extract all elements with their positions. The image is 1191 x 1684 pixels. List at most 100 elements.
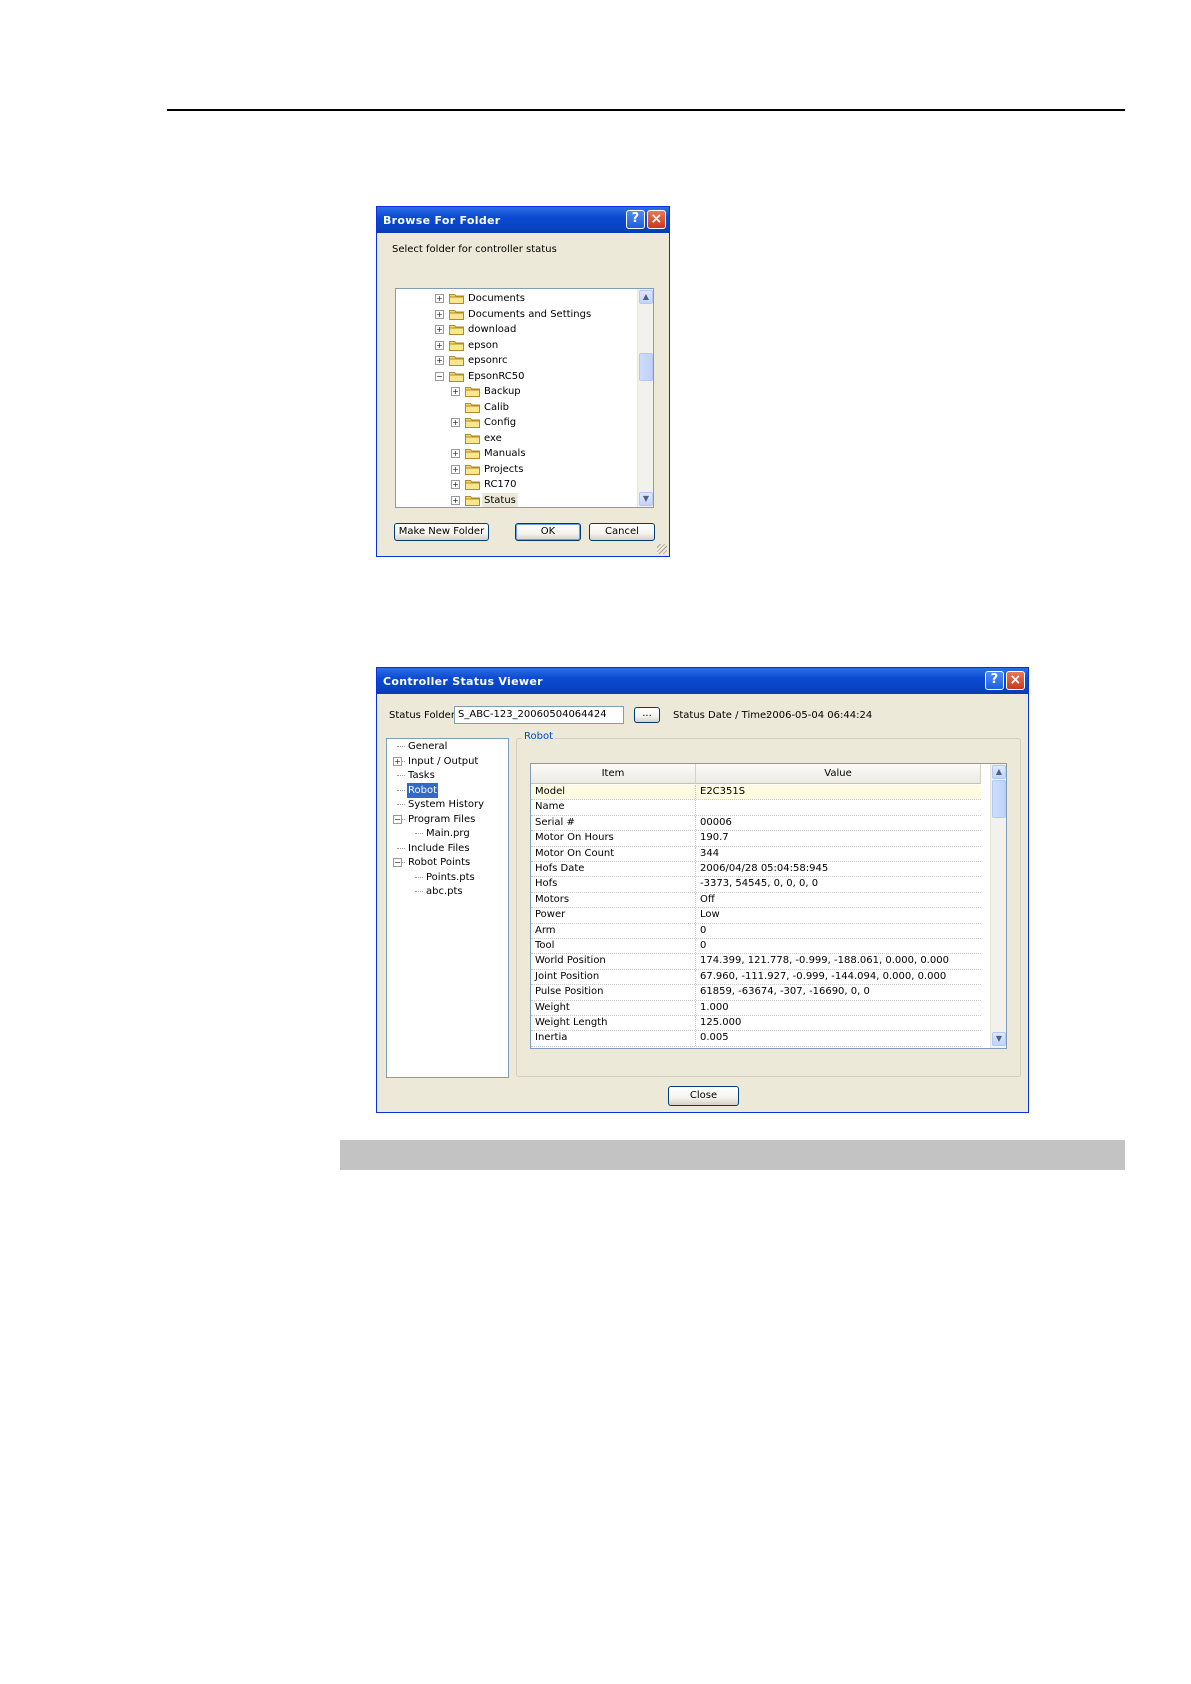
close-button[interactable]: × [647,210,666,229]
resize-grip-icon[interactable] [657,544,667,554]
help-button[interactable]: ? [985,671,1004,690]
robot-status-grid[interactable]: Item Value Model E2C351S Name Serial # 00006… [530,763,1007,1049]
category-tree-label: Robot [407,782,439,798]
folder-icon [465,480,480,490]
folder-tree-scrollbar[interactable]: ▲ ▼ [637,289,653,507]
browse-folder-button[interactable]: ... [634,707,660,723]
folder-tree-item[interactable]: Calib [396,400,636,415]
folder-tree-item[interactable]: − EpsonRC50 [396,369,636,384]
expand-icon[interactable]: + [451,495,460,505]
folder-tree-item[interactable]: + download [396,322,636,337]
folder-tree-item[interactable]: + Projects [396,462,636,477]
close-button[interactable]: × [1006,671,1025,690]
column-divider [695,846,697,861]
table-row[interactable]: Pulse Position 61859, -63674, -307, -1669… [531,985,981,1001]
collapse-icon[interactable]: − [393,814,402,824]
scroll-thumb[interactable] [639,353,653,381]
table-row[interactable]: Hofs Date 2006/04/28 05:04:58:945 [531,862,981,878]
collapse-icon[interactable]: − [393,858,402,867]
browse-prompt: Select folder for controller status [392,244,557,255]
expand-icon[interactable]: + [435,325,444,334]
help-button[interactable]: ? [626,210,645,229]
table-row[interactable]: World Position 174.399, 121.778, -0.999, … [531,954,981,970]
expand-icon[interactable]: + [435,309,444,319]
table-row[interactable]: Serial # 00006 [531,815,981,832]
table-row[interactable]: Joint Position 67.960, -111.927, -0.999, … [531,969,981,986]
table-row[interactable]: Name [531,800,981,816]
folder-tree-item[interactable]: + Config [396,415,636,430]
table-row[interactable]: Tool 0 [531,939,981,955]
category-tree-item[interactable]: Tasks [387,768,507,783]
cancel-button[interactable]: Cancel [589,523,655,541]
table-row[interactable]: Inertia 0.005 [531,1031,981,1047]
table-row[interactable]: Motors Off [531,892,981,909]
expand-icon[interactable]: + [451,449,460,458]
table-cell-value: 2006/04/28 05:04:58:945 [700,863,829,874]
folder-tree-item[interactable]: + Manuals [396,446,636,461]
folder-tree-item[interactable]: + Backup [396,384,636,399]
column-header-value[interactable]: Value [696,764,981,784]
category-tree-label: Program Files [408,813,476,825]
category-tree-item[interactable]: − Robot Points [387,855,507,870]
folder-tree-item[interactable]: + epsonrc [396,353,636,368]
folder-tree-item[interactable]: + RC170 [396,477,636,492]
expand-icon[interactable]: + [393,756,402,766]
collapse-icon[interactable]: − [435,371,444,381]
table-row[interactable]: Hofs -3373, 54545, 0, 0, 0, 0 [531,877,981,893]
status-folder-input[interactable]: S_ABC-123_20060504064424 [454,706,624,724]
folder-icon [465,418,480,428]
scroll-down-arrow-icon[interactable]: ▼ [992,1032,1006,1046]
browse-dialog-titlebar[interactable]: Browse For Folder ? × [377,207,669,233]
scroll-down-arrow-icon[interactable]: ▼ [639,492,653,506]
column-divider [695,969,697,985]
table-cell-value: -3373, 54545, 0, 0, 0, 0 [700,878,819,890]
table-row[interactable]: Model E2C351S [531,785,981,801]
scroll-up-arrow-icon[interactable]: ▲ [639,290,653,304]
category-tree-item[interactable]: Points.pts [387,870,507,885]
category-tree-item[interactable]: Main.prg [387,826,507,841]
column-header-item[interactable]: Item [531,764,696,784]
expand-icon[interactable]: + [451,387,460,396]
expand-icon[interactable]: + [435,340,444,350]
folder-tree-item[interactable]: + Documents and Settings [396,307,636,322]
category-tree-item[interactable]: − Program Files [387,812,507,827]
folder-tree-label: Calib [484,401,510,413]
category-tree-item[interactable]: Include Files [387,841,507,856]
category-tree-label: Tasks [408,770,435,781]
column-divider [695,1031,697,1046]
category-tree-item[interactable]: + Input / Output [387,754,507,769]
status-category-tree[interactable]: General + Input / Output Tasks Robot System H… [386,738,509,1078]
table-row[interactable]: Power Low [531,908,981,924]
category-tree-item[interactable]: General [387,739,507,754]
folder-tree[interactable]: + Documents + Documents and Settings + downlo… [395,288,654,508]
close-dialog-button[interactable]: Close [668,1086,739,1106]
expand-icon[interactable]: + [451,464,460,474]
expand-icon[interactable]: + [451,418,460,427]
folder-tree-item[interactable]: exe [396,431,636,446]
grid-scrollbar[interactable]: ▲ ▼ [990,764,1006,1048]
expand-icon[interactable]: + [435,294,444,303]
category-tree-item[interactable]: System History [387,797,507,812]
column-divider [695,877,697,892]
table-row[interactable]: Arm 0 [531,923,981,939]
table-row[interactable]: Motor On Hours 190.7 [531,831,981,847]
column-divider [695,800,697,815]
scroll-thumb[interactable] [992,780,1006,818]
expand-icon[interactable]: + [435,356,444,365]
folder-tree-item[interactable]: + Documents [396,291,636,306]
make-new-folder-button[interactable]: Make New Folder [394,523,489,541]
table-row[interactable]: Motor On Count 344 [531,846,981,862]
expand-icon[interactable]: + [451,480,460,489]
folder-tree-item[interactable]: + epson [396,338,636,353]
table-row[interactable]: Weight Length 125.000 [531,1016,981,1032]
table-cell-value: 0 [700,924,707,936]
category-tree-label: System History [408,799,485,810]
scroll-up-arrow-icon[interactable]: ▲ [992,765,1006,779]
table-row[interactable]: Weight 1.000 [531,1000,981,1016]
ok-button[interactable]: OK [515,523,581,541]
viewer-dialog-titlebar[interactable]: Controller Status Viewer ? × [377,668,1028,694]
folder-icon [465,387,480,397]
category-tree-item[interactable]: Robot [387,782,507,798]
category-tree-item[interactable]: abc.pts [387,884,507,899]
folder-tree-item[interactable]: + Status [396,492,636,507]
